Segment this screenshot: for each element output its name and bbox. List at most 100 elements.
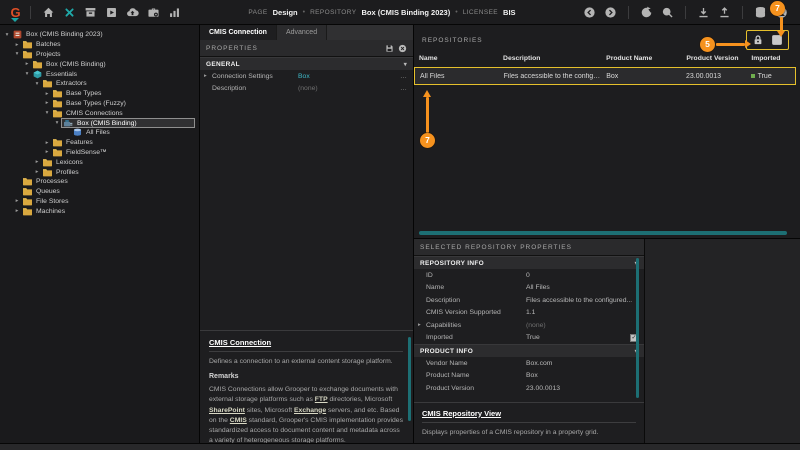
section-header[interactable]: REPOSITORY INFO▾ bbox=[414, 256, 644, 269]
tree-item-content[interactable]: Extractors bbox=[41, 79, 90, 89]
expander-icon[interactable]: ▸ bbox=[418, 322, 426, 328]
column-header[interactable]: Description bbox=[498, 55, 601, 67]
property-row[interactable]: ▸Capabilities(none) bbox=[414, 319, 644, 332]
property-value[interactable]: Box bbox=[298, 73, 310, 80]
tree-item[interactable]: ▾CMIS Connections bbox=[0, 108, 199, 118]
help-link[interactable]: CMIS bbox=[230, 417, 247, 424]
tree-item-content[interactable]: Processes bbox=[21, 177, 71, 187]
table-row[interactable]: All FilesFiles accessible to the configu… bbox=[414, 67, 796, 85]
tree-item[interactable]: ▾Essentials bbox=[0, 69, 199, 79]
tree-item-content[interactable]: Base Types (Fuzzy) bbox=[51, 99, 129, 109]
tree-item[interactable]: ▸Box (CMIS Binding) bbox=[0, 59, 199, 69]
expander-icon[interactable]: ▸ bbox=[43, 100, 51, 106]
property-value[interactable]: 0 bbox=[526, 272, 530, 279]
tree-item-content[interactable]: Essentials bbox=[31, 69, 80, 79]
property-value[interactable]: Files accessible to the configured... bbox=[526, 297, 632, 304]
batches-icon[interactable] bbox=[83, 5, 98, 20]
tree-item[interactable]: Processes bbox=[0, 177, 199, 187]
tree-item[interactable]: All Files bbox=[0, 128, 199, 138]
column-header[interactable]: Imported bbox=[746, 55, 796, 67]
tree-item[interactable]: Queues bbox=[0, 187, 199, 197]
tree-item-content[interactable]: Projects bbox=[21, 50, 64, 60]
ellipsis-button[interactable]: … bbox=[400, 73, 407, 80]
upload-icon[interactable] bbox=[717, 5, 732, 20]
property-row[interactable]: Description(none)… bbox=[200, 83, 413, 96]
expander-icon[interactable]: ▾ bbox=[23, 71, 31, 77]
column-header[interactable]: Product Version bbox=[681, 55, 746, 67]
tree-item-content[interactable]: Box (CMIS Binding 2023) bbox=[11, 30, 106, 40]
expander-icon[interactable]: ▾ bbox=[13, 51, 21, 57]
property-value[interactable]: True bbox=[526, 334, 540, 341]
page-value[interactable]: Design bbox=[273, 8, 298, 17]
expander-icon[interactable]: ▾ bbox=[53, 120, 61, 126]
property-row[interactable]: NameAll Files bbox=[414, 282, 644, 295]
save-icon[interactable] bbox=[385, 44, 394, 53]
column-header[interactable]: Product Name bbox=[601, 55, 681, 67]
expander-icon[interactable]: ▸ bbox=[13, 198, 21, 204]
expander-icon[interactable]: ▾ bbox=[43, 110, 51, 116]
expander-icon[interactable]: ▸ bbox=[43, 149, 51, 155]
cloud-upload-icon[interactable] bbox=[125, 5, 140, 20]
tree-item[interactable]: ▾Extractors bbox=[0, 79, 199, 89]
search-icon[interactable] bbox=[660, 5, 675, 20]
help-link[interactable]: SharePoint bbox=[209, 407, 245, 414]
tree-item[interactable]: ▸Profiles bbox=[0, 167, 199, 177]
repository-value[interactable]: Box (CMIS Binding 2023) bbox=[361, 8, 450, 17]
tree-item-content[interactable]: Queues bbox=[21, 187, 63, 197]
property-row[interactable]: Product NameBox bbox=[414, 370, 644, 383]
expander-icon[interactable]: ▾ bbox=[3, 32, 11, 38]
tree-item[interactable]: ▸Base Types (Fuzzy) bbox=[0, 99, 199, 109]
property-value[interactable]: Box bbox=[526, 372, 538, 379]
property-value[interactable]: 1.1 bbox=[526, 309, 535, 316]
expander-icon[interactable]: ▸ bbox=[13, 42, 21, 48]
property-value[interactable]: (none) bbox=[298, 85, 318, 92]
property-row[interactable]: Product Version23.00.0013 bbox=[414, 382, 644, 395]
back-icon[interactable] bbox=[582, 5, 597, 20]
expander-icon[interactable]: ▾ bbox=[33, 81, 41, 87]
design-page-icon[interactable] bbox=[62, 5, 77, 20]
tree-item-content[interactable]: CMIS Connections bbox=[51, 108, 126, 118]
tree-item[interactable]: ▸Lexicons bbox=[0, 157, 199, 167]
section-header[interactable]: PRODUCT INFO▾ bbox=[414, 344, 644, 357]
tree-item[interactable]: ▾Box (CMIS Binding 2023) bbox=[0, 30, 199, 40]
tree-item-content[interactable]: All Files bbox=[71, 128, 113, 138]
vertical-scrollbar[interactable] bbox=[408, 337, 412, 421]
tab-cmis-connection[interactable]: CMIS Connection bbox=[200, 25, 277, 40]
tree-item-content[interactable]: FieldSense™ bbox=[51, 148, 110, 158]
expander-icon[interactable]: ▸ bbox=[43, 140, 51, 146]
expander-icon[interactable]: ▸ bbox=[33, 169, 41, 175]
section-header[interactable]: GENERAL▾ bbox=[200, 57, 413, 70]
close-circle-icon[interactable] bbox=[398, 44, 407, 53]
tree-item-content[interactable]: Batches bbox=[21, 40, 64, 50]
tree-item-content[interactable]: Base Types bbox=[51, 89, 104, 99]
tree-item[interactable]: ▾Box (CMIS Binding) bbox=[0, 118, 199, 128]
expander-icon[interactable]: ▸ bbox=[13, 208, 21, 214]
repository-help-title[interactable]: CMIS Repository View bbox=[422, 409, 636, 418]
home-icon[interactable] bbox=[41, 5, 56, 20]
property-value[interactable]: 23.00.0013 bbox=[526, 385, 560, 392]
help-link[interactable]: FTP bbox=[315, 396, 328, 403]
tab-advanced[interactable]: Advanced bbox=[277, 25, 327, 40]
property-row[interactable]: ImportedTrue✓ bbox=[414, 332, 644, 345]
property-value[interactable]: (none) bbox=[526, 322, 546, 329]
property-row[interactable]: Vendor NameBox.com bbox=[414, 357, 644, 370]
refresh-icon[interactable] bbox=[639, 5, 654, 20]
database-icon[interactable] bbox=[753, 5, 768, 20]
vertical-scrollbar[interactable] bbox=[636, 258, 640, 398]
lock-icon[interactable] bbox=[752, 34, 764, 46]
tree-item[interactable]: ▸FieldSense™ bbox=[0, 148, 199, 158]
tree-item[interactable]: ▸Machines bbox=[0, 206, 199, 216]
tree-item[interactable]: ▾Projects bbox=[0, 50, 199, 60]
property-value[interactable]: All Files bbox=[526, 284, 550, 291]
tree-item-content[interactable]: Box (CMIS Binding) bbox=[31, 59, 109, 69]
expander-icon[interactable]: ▸ bbox=[33, 159, 41, 165]
tree-item[interactable]: ▸File Stores bbox=[0, 197, 199, 207]
property-row[interactable]: ID0 bbox=[414, 269, 644, 282]
expander-icon[interactable]: ▸ bbox=[43, 91, 51, 97]
column-header[interactable]: Name bbox=[414, 55, 498, 67]
tree-item-content[interactable]: Box (CMIS Binding) bbox=[61, 118, 195, 128]
download-icon[interactable] bbox=[696, 5, 711, 20]
property-row[interactable]: CMIS Version Supported1.1 bbox=[414, 307, 644, 320]
tree-item-content[interactable]: Machines bbox=[21, 206, 68, 216]
help-title[interactable]: CMIS Connection bbox=[209, 338, 403, 347]
